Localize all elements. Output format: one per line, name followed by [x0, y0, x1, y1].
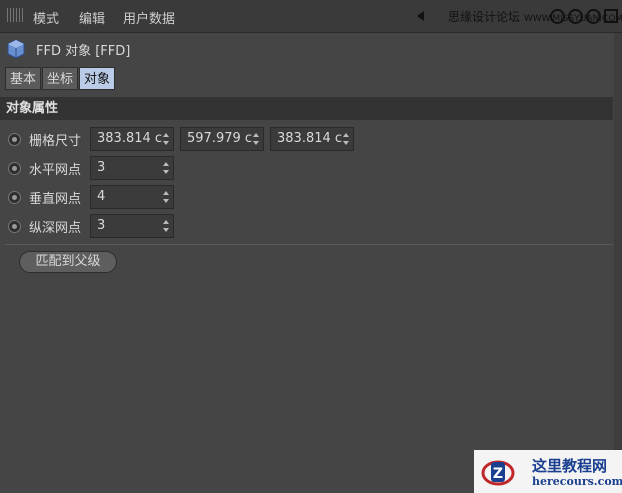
scrollbar[interactable]	[614, 33, 622, 493]
grid-size-y-value: 597.979 c	[187, 131, 253, 146]
stepper-icon[interactable]	[253, 133, 260, 145]
tab-basic[interactable]: 基本	[5, 67, 42, 90]
depth-points-value: 3	[97, 218, 106, 233]
watermark-text: 思缘设计论坛 WWW.MISSYUAN.COM	[448, 10, 622, 24]
stepper-icon[interactable]	[163, 191, 170, 203]
vertical-points-row: 垂直网点	[8, 185, 89, 209]
horizontal-points-row: 水平网点	[8, 156, 89, 180]
horizontal-points-value: 3	[97, 160, 106, 175]
grid-size-y-field[interactable]: 597.979 c	[180, 127, 264, 151]
watermark-logo: Z 这里教程网 herecours.com	[474, 450, 622, 493]
horizontal-points-animate-icon[interactable]	[8, 161, 21, 175]
horizontal-points-label: 水平网点	[29, 162, 82, 178]
tab-object[interactable]: 对象	[79, 67, 116, 90]
back-arrow-icon[interactable]	[417, 11, 424, 21]
grid-size-z-field[interactable]: 383.814 c	[270, 127, 354, 151]
depth-points-row: 纵深网点	[8, 214, 89, 238]
logo-swirl-icon: Z	[481, 460, 515, 486]
svg-text:Z: Z	[493, 466, 503, 482]
grip-handle-icon[interactable]	[7, 8, 23, 22]
tab-bar: 基本 坐标 对象	[5, 67, 116, 90]
horizontal-points-field[interactable]: 3	[90, 156, 174, 180]
depth-points-animate-icon[interactable]	[8, 219, 21, 233]
tab-coordinates[interactable]: 坐标	[42, 67, 79, 90]
stepper-icon[interactable]	[163, 162, 170, 174]
divider	[5, 244, 613, 245]
grid-size-x-value: 383.814 c	[97, 131, 163, 146]
menu-bar: 模式 编辑 用户数据 思缘设计论坛 WWW.MISSYUAN.COM	[0, 0, 622, 33]
stepper-icon[interactable]	[163, 220, 170, 232]
ffd-cube-icon	[7, 39, 25, 59]
vertical-points-field[interactable]: 4	[90, 185, 174, 209]
menu-edit[interactable]: 编辑	[79, 8, 105, 27]
vertical-points-value: 4	[97, 189, 106, 204]
menu-mode[interactable]: 模式	[33, 8, 59, 27]
object-header: FFD 对象 [FFD]	[6, 38, 130, 60]
vertical-points-animate-icon[interactable]	[8, 190, 21, 204]
match-to-parent-button[interactable]: 匹配到父级	[19, 251, 117, 273]
menu-user-data[interactable]: 用户数据	[123, 8, 175, 27]
grid-size-row: 栅格尺寸	[8, 127, 89, 151]
vertical-points-label: 垂直网点	[29, 191, 82, 207]
grid-size-animate-icon[interactable]	[8, 132, 21, 146]
stepper-icon[interactable]	[343, 133, 350, 145]
grid-size-z-value: 383.814 c	[277, 131, 343, 146]
grid-size-label: 栅格尺寸	[29, 133, 82, 149]
depth-points-field[interactable]: 3	[90, 214, 174, 238]
depth-points-label: 纵深网点	[29, 220, 82, 236]
logo-title: 这里教程网	[532, 457, 608, 475]
logo-url: herecours.com	[532, 475, 622, 488]
section-header: 对象属性	[0, 97, 613, 120]
grid-size-x-field[interactable]: 383.814 c	[90, 127, 174, 151]
object-title: FFD 对象 [FFD]	[36, 43, 131, 59]
stepper-icon[interactable]	[163, 133, 170, 145]
